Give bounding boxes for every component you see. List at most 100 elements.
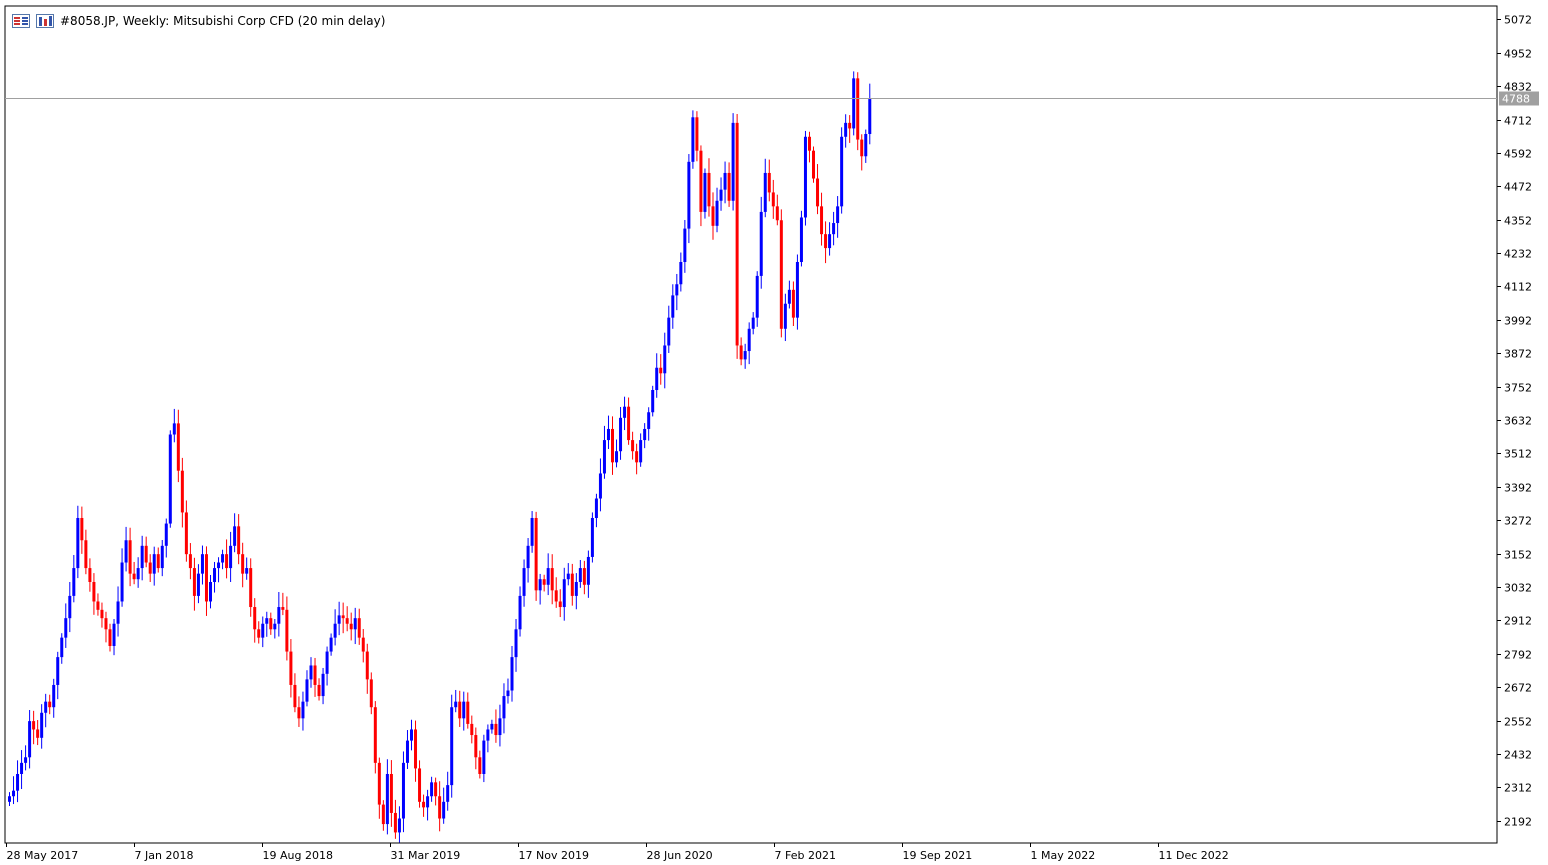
candle-body [590,517,594,557]
candle-body [124,540,128,563]
candle-body [225,554,229,569]
candle-body [623,406,627,418]
candle-body [361,637,365,652]
candle-body [751,317,755,329]
candle-body [213,568,217,582]
candle-body [136,568,140,580]
candle-body [506,690,510,697]
candle-body [558,601,562,608]
candle-body [32,721,36,730]
candle-body [619,417,623,452]
candle-body [566,573,570,580]
y-tick-label: 2912 [1504,615,1532,628]
plot-frame [4,5,1498,844]
candle-body [273,623,277,630]
candle-body [707,172,711,207]
candle-body [418,768,422,802]
candle-body [405,740,409,763]
candle-body [755,275,759,318]
y-tick-label: 4352 [1504,215,1532,228]
y-tick-label: 3992 [1504,315,1532,328]
candle-body [602,440,606,474]
candle-body [671,295,675,318]
candle-body [550,568,554,591]
candle-body [643,428,647,441]
candle-body [651,389,655,413]
candle-body [454,701,458,708]
candle-body [116,601,120,624]
candle-body [779,220,783,329]
candle-body [397,818,401,833]
x-tick-label: 1 May 2022 [1031,849,1096,862]
candle-body [647,412,651,429]
candle-body [578,568,582,582]
candle-body [410,729,413,741]
candle-body [812,150,815,179]
y-tick-label: 3872 [1504,348,1532,361]
candle-body [731,122,735,201]
candle-body [807,136,811,151]
candlestick-chart[interactable]: 5072495248324712459244724352423241123992… [0,0,1548,865]
candle-body [160,545,164,569]
candle-body [844,122,848,137]
candle-body [763,172,767,212]
candle-body [562,579,566,608]
candle-body [791,289,795,318]
candle-body [691,117,695,162]
candle-body [832,223,836,235]
candle-body [200,554,204,574]
candle-body [56,657,60,685]
candle-body [52,684,56,708]
candle-body [297,707,301,719]
candle-body [627,406,631,441]
candle-body [172,423,176,435]
candle-body [570,573,574,596]
y-tick-label: 4952 [1504,48,1532,61]
candle-body [856,78,860,140]
candle-body [353,618,357,630]
candle-body [152,554,156,574]
x-tick-label: 7 Jan 2018 [135,849,194,862]
candle-body [401,762,405,819]
candle-body [530,517,534,546]
candle-body [795,261,799,318]
candle-body [466,701,470,724]
candle-body [289,651,293,685]
candle-body [369,679,373,708]
candle-body [100,609,104,619]
y-tick-label: 2312 [1504,782,1532,795]
candle-body [735,122,739,346]
candle-body [848,122,852,129]
candle-body [478,757,482,774]
candle-body [482,740,486,774]
candle-body [534,517,538,591]
candle-body [229,545,233,569]
candle-body [60,637,64,658]
candle-body [72,568,76,596]
candle-body [209,581,212,602]
candle-body [522,568,526,596]
candle-body [611,428,614,463]
candle-body [180,470,184,513]
candle-body [518,595,522,630]
candle-body [261,623,265,638]
current-price-label: 4788 [1502,93,1530,106]
candle-body [695,117,699,151]
x-tick-label: 19 Aug 2018 [263,849,333,862]
candle-body [434,782,438,797]
candle-body [747,328,751,352]
candle-body [277,607,281,624]
candle-body [285,609,289,652]
candle-body [76,517,80,569]
candle-body [196,573,200,596]
candle-body [68,595,72,619]
candle-body [526,545,530,569]
candle-body [120,562,124,602]
candle-body [269,618,273,630]
y-tick-label: 4592 [1504,148,1532,161]
y-tick-label: 3512 [1504,448,1532,461]
candle-body [606,428,610,441]
candle-body [631,440,635,452]
candle-body [803,136,807,218]
candle-body [820,206,824,235]
